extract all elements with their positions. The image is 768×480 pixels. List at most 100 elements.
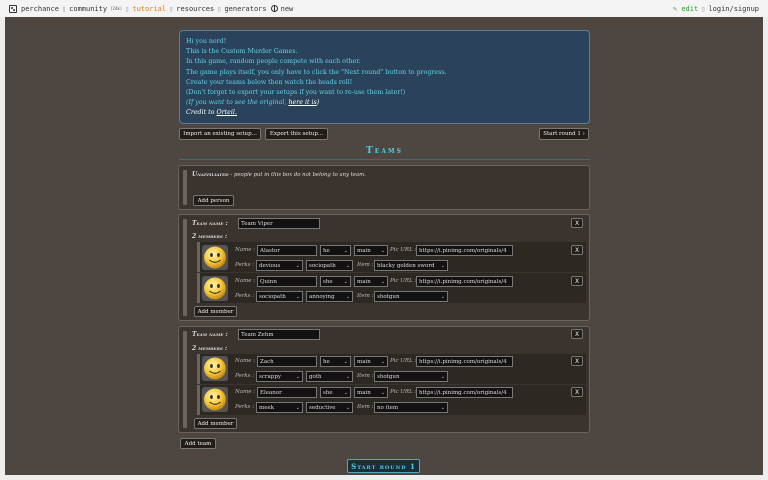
role-select[interactable]: main ⌄: [354, 356, 388, 367]
globe-icon: [270, 5, 278, 12]
avatar: [202, 245, 228, 270]
member-name-input[interactable]: Zach: [257, 356, 317, 367]
member-name-input[interactable]: Quinn: [257, 276, 317, 287]
add-member-button[interactable]: Add member: [194, 306, 237, 317]
perk2-select[interactable]: sociopath ⌄: [306, 260, 353, 271]
box-stripe: [183, 331, 187, 428]
item-select[interactable]: blacky golden sword ⌄: [374, 260, 448, 271]
perk1-select[interactable]: meek ⌄: [256, 402, 303, 413]
pronoun-select[interactable]: he ⌄: [320, 356, 351, 367]
chevron-down-icon: ⌄: [295, 262, 300, 269]
remove-member-button[interactable]: X: [571, 245, 583, 255]
role-value: main: [357, 278, 371, 285]
chevron-down-icon: ⌄: [345, 404, 350, 411]
pic-url-input[interactable]: https://i.pinimg.com/originals/4: [416, 245, 513, 256]
item-select[interactable]: no item ⌄: [374, 402, 448, 413]
pic-url-input[interactable]: https://i.pinimg.com/originals/4: [416, 387, 513, 398]
perk1-value: sociopath: [259, 293, 286, 300]
remove-member-button[interactable]: X: [571, 276, 583, 286]
item-value: shotgun: [377, 373, 400, 380]
chevron-down-icon: ⌄: [440, 373, 445, 380]
box-stripe: [183, 219, 187, 316]
new-label: new: [280, 4, 294, 13]
login-link[interactable]: login/signup: [708, 5, 759, 13]
dice-icon: [9, 4, 17, 13]
pronoun-value: he: [323, 358, 330, 365]
box-stripe: [183, 170, 187, 205]
pronoun-select[interactable]: he ⌄: [320, 245, 351, 256]
chevron-down-icon: ⌄: [345, 373, 350, 380]
item-label: Item :: [357, 262, 374, 268]
original-link[interactable]: here it is: [288, 99, 316, 106]
pronoun-select[interactable]: she ⌄: [320, 387, 351, 398]
smiley-avatar-icon: [202, 387, 228, 412]
role-select[interactable]: main ⌄: [354, 245, 388, 256]
pronoun-select[interactable]: she ⌄: [320, 276, 351, 287]
role-value: main: [357, 247, 371, 254]
chevron-down-icon: ⌄: [295, 404, 300, 411]
chevron-down-icon: ⌄: [380, 389, 385, 396]
perk1-select[interactable]: sociopath ⌄: [256, 291, 303, 302]
import-setup-button[interactable]: Import an existing setup...: [179, 128, 261, 140]
smiley-avatar-icon: [202, 245, 228, 270]
team-name-input[interactable]: Team Viper: [238, 218, 320, 229]
unaffiliated-heading: Unaffiliated - people put in this box do…: [192, 171, 366, 178]
unaffiliated-desc: - people put in this box do not belong t…: [230, 172, 366, 178]
community-link[interactable]: community (24k): [69, 5, 122, 13]
perk1-select[interactable]: devious ⌄: [256, 260, 303, 271]
edit-link[interactable]: ✎ edit: [673, 5, 698, 13]
perk2-select[interactable]: goth ⌄: [306, 371, 353, 382]
remove-member-button[interactable]: X: [571, 387, 583, 397]
start-round-button[interactable]: Start round 1: [347, 459, 420, 473]
intro-panel: Hi you nerd! This is the Custom Murder G…: [179, 30, 590, 124]
divider: ▯: [61, 4, 67, 13]
remove-member-button[interactable]: X: [571, 356, 583, 366]
divider: ▯: [169, 4, 174, 13]
credit-link[interactable]: Orteil.: [216, 109, 236, 116]
intro-line: Hi you nerd!: [186, 38, 227, 45]
perk2-select[interactable]: annoying ⌄: [306, 291, 353, 302]
add-person-button[interactable]: Add person: [193, 195, 234, 206]
item-label: Item :: [357, 373, 374, 379]
perk1-value: devious: [259, 262, 281, 269]
member-name-input[interactable]: Eleanor: [257, 387, 317, 398]
generators-link[interactable]: generators: [224, 5, 266, 13]
pic-url-input[interactable]: https://i.pinimg.com/originals/4: [416, 356, 513, 367]
add-team-button[interactable]: Add team: [180, 438, 216, 449]
pronoun-value: she: [323, 389, 333, 396]
community-count: (24k): [110, 6, 123, 11]
remove-team-button[interactable]: X: [571, 218, 583, 228]
chevron-down-icon: ⌄: [440, 404, 445, 411]
name-label: Name :: [235, 247, 256, 253]
chevron-down-icon: ⌄: [440, 293, 445, 300]
pic-url-label: Pic URL :: [390, 278, 417, 284]
pic-url-input[interactable]: https://i.pinimg.com/originals/4: [416, 276, 513, 287]
role-select[interactable]: main ⌄: [354, 387, 388, 398]
item-select[interactable]: shotgun ⌄: [374, 371, 448, 382]
site-topbar: perchance ▯ community (24k) ▯ tutorial ▯ …: [0, 0, 768, 17]
new-link[interactable]: new: [270, 4, 294, 13]
perk1-select[interactable]: scrappy ⌄: [256, 371, 303, 382]
item-select[interactable]: shotgun ⌄: [374, 291, 448, 302]
perk2-select[interactable]: seductive ⌄: [306, 402, 353, 413]
pronoun-value: she: [323, 278, 333, 285]
export-setup-button[interactable]: Export this setup...: [265, 128, 328, 140]
resources-link[interactable]: resources: [176, 5, 214, 13]
role-select[interactable]: main ⌄: [354, 276, 388, 287]
perks-label: Perks :: [235, 373, 255, 379]
chevron-down-icon: ⌄: [295, 293, 300, 300]
intro-line: ): [316, 99, 320, 107]
brand-label: perchance: [21, 4, 59, 13]
name-label: Name :: [235, 389, 256, 395]
member-name-input[interactable]: Alastor: [257, 245, 317, 256]
members-count: 2 members :: [192, 233, 228, 240]
pic-url-label: Pic URL :: [390, 358, 417, 364]
team-name-input[interactable]: Team Zehm: [238, 329, 320, 340]
smiley-avatar-icon: [202, 356, 228, 381]
start-round-top-button[interactable]: Start round 1 ›: [539, 128, 589, 140]
add-member-button[interactable]: Add member: [194, 418, 237, 429]
divider: ▯: [217, 4, 222, 13]
brand-link[interactable]: perchance: [0, 4, 59, 13]
remove-team-button[interactable]: X: [571, 329, 583, 339]
tutorial-link[interactable]: tutorial: [132, 5, 166, 13]
